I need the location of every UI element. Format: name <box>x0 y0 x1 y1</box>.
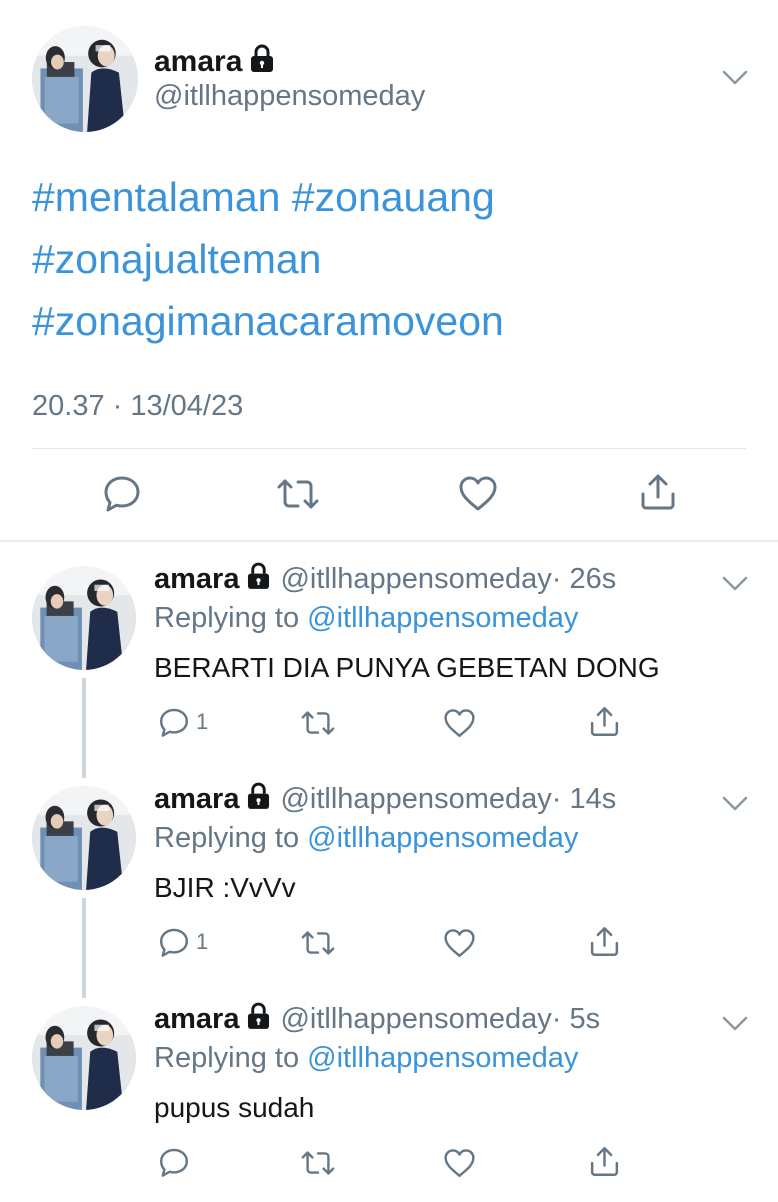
reply-icon <box>158 706 190 738</box>
replying-label: Replying to <box>154 1042 300 1074</box>
display-name[interactable]: amara <box>154 563 239 596</box>
handle[interactable]: @itllhappensomeday <box>280 783 551 816</box>
heart-icon <box>443 708 476 739</box>
lock-icon <box>247 1002 270 1037</box>
heart-icon <box>458 475 498 513</box>
retweet-icon <box>276 474 320 514</box>
replying-label: Replying to <box>154 822 300 854</box>
retweet-button[interactable] <box>276 474 320 514</box>
retweet-icon <box>300 927 336 959</box>
author-row: amara @itllhappensomeday · 5s <box>154 1002 600 1037</box>
tweet-text: #mentalaman #zonauang #zonajualteman #zo… <box>32 166 752 352</box>
share-icon <box>638 472 678 512</box>
author-row: amara @itllhappensomeday · 14s <box>154 782 616 817</box>
reply-button[interactable] <box>158 1146 196 1178</box>
hashtag-link[interactable]: #zonajualteman <box>32 236 321 282</box>
author-row: amara @itllhappensomeday · 26s <box>154 562 616 597</box>
reply-text: BJIR :VvVv <box>154 872 296 903</box>
share-icon <box>588 925 621 958</box>
hashtag-link[interactable]: #zonauang <box>292 174 495 220</box>
replying-to: Replying to @itllhappensomeday <box>154 822 578 855</box>
reply-button[interactable] <box>102 473 142 513</box>
like-button[interactable] <box>443 1148 476 1179</box>
replying-to: Replying to @itllhappensomeday <box>154 602 578 635</box>
retweet-button[interactable] <box>300 707 336 739</box>
relative-time: · 5s <box>551 1003 601 1035</box>
reply-tweet[interactable]: amara @itllhappensomeday · 5s Replying t… <box>0 982 778 1202</box>
main-tweet: amara @itllhappensomeday #mentalaman #zo… <box>0 0 778 540</box>
reply-count: 1 <box>196 929 209 954</box>
share-icon <box>588 705 621 738</box>
chevron-down-icon[interactable] <box>722 576 748 592</box>
hashtag-link[interactable]: #mentalaman <box>32 174 280 220</box>
replying-label: Replying to <box>154 602 300 634</box>
reply-tweet[interactable]: amara @itllhappensomeday · 14s Replying … <box>0 762 778 998</box>
display-name[interactable]: amara <box>154 783 239 816</box>
author-row: amara <box>154 44 274 80</box>
share-button[interactable] <box>588 925 621 958</box>
reply-icon <box>158 926 190 958</box>
avatar[interactable] <box>32 786 136 890</box>
mention-link[interactable]: @itllhappensomeday <box>307 602 578 634</box>
mention-link[interactable]: @itllhappensomeday <box>307 1042 578 1074</box>
handle[interactable]: @itllhappensomeday <box>154 80 425 113</box>
retweet-icon <box>300 1147 336 1179</box>
lock-icon <box>250 44 274 80</box>
share-button[interactable] <box>588 705 621 738</box>
heart-icon <box>443 928 476 959</box>
handle[interactable]: @itllhappensomeday <box>280 563 551 596</box>
like-button[interactable] <box>443 928 476 959</box>
heart-icon <box>443 1148 476 1179</box>
retweet-icon <box>300 707 336 739</box>
reply-text: BERARTI DIA PUNYA GEBETAN DONG <box>154 652 660 683</box>
display-name[interactable]: amara <box>154 45 242 79</box>
timestamp[interactable]: 20.37 · 13/04/23 <box>32 390 243 423</box>
retweet-button[interactable] <box>300 927 336 959</box>
reply-button[interactable]: 1 <box>158 706 208 738</box>
share-icon <box>588 1145 621 1178</box>
chevron-down-icon[interactable] <box>722 70 748 86</box>
reply-count: 1 <box>196 709 209 734</box>
chevron-down-icon[interactable] <box>722 796 748 812</box>
divider <box>32 448 746 449</box>
reply-icon <box>102 473 142 513</box>
reply-icon <box>158 1146 190 1178</box>
share-button[interactable] <box>588 1145 621 1178</box>
chevron-down-icon[interactable] <box>722 1016 748 1032</box>
like-button[interactable] <box>458 475 498 513</box>
like-button[interactable] <box>443 708 476 739</box>
reply-tweet[interactable]: amara @itllhappensomeday · 26s Replying … <box>0 542 778 778</box>
avatar[interactable] <box>32 566 136 670</box>
retweet-button[interactable] <box>300 1147 336 1179</box>
lock-icon <box>247 562 270 597</box>
hashtag-link[interactable]: #zonagimanacaramoveon <box>32 298 504 344</box>
replying-to: Replying to @itllhappensomeday <box>154 1042 578 1075</box>
relative-time: · 14s <box>551 783 617 815</box>
handle[interactable]: @itllhappensomeday <box>280 1003 551 1036</box>
avatar[interactable] <box>32 26 138 132</box>
lock-icon <box>247 782 270 817</box>
reply-text: pupus sudah <box>154 1092 315 1123</box>
display-name[interactable]: amara <box>154 1003 239 1036</box>
avatar[interactable] <box>32 1006 136 1110</box>
relative-time: · 26s <box>551 563 617 595</box>
mention-link[interactable]: @itllhappensomeday <box>307 822 578 854</box>
share-button[interactable] <box>638 472 678 512</box>
reply-button[interactable]: 1 <box>158 926 208 958</box>
